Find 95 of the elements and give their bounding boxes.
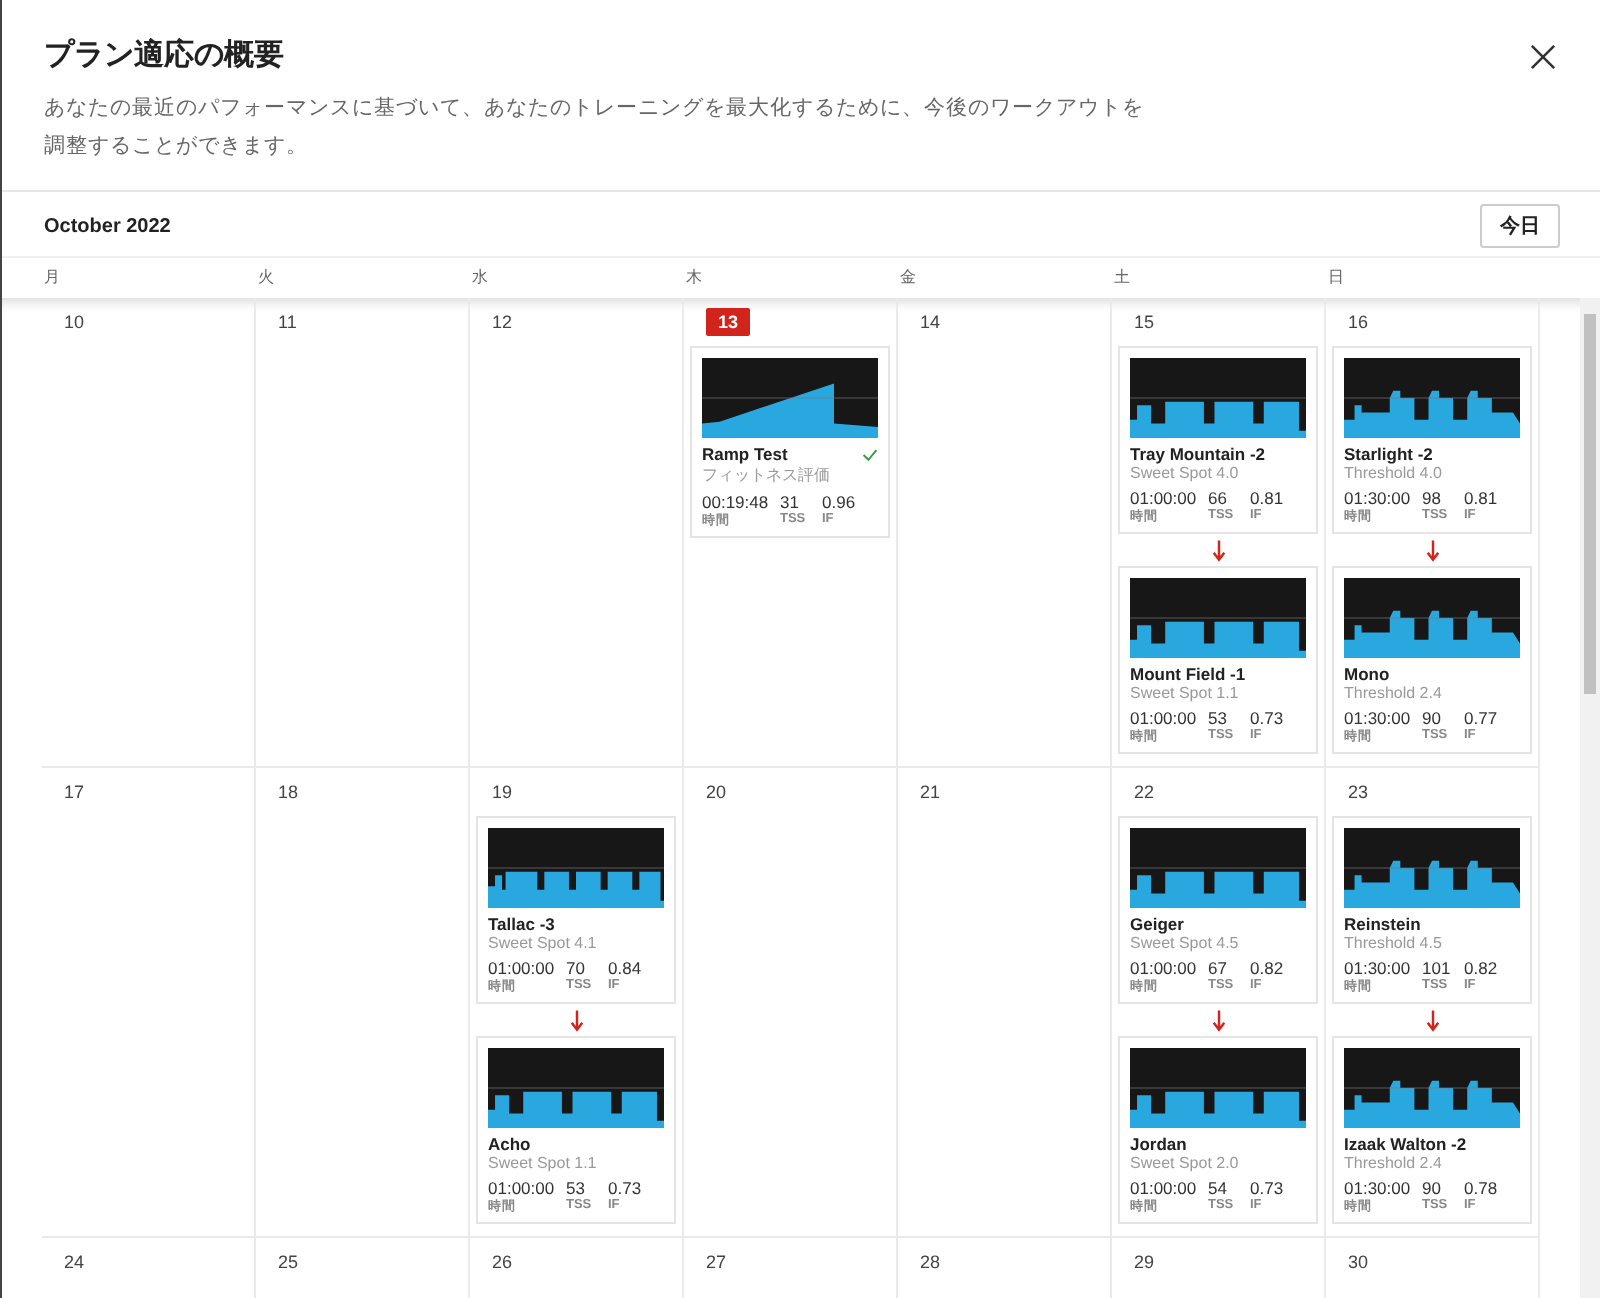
stat-value: 01:00:00: [488, 1178, 557, 1198]
weekday-label: 木: [686, 266, 704, 288]
stat-value: 01:30:00: [1344, 1178, 1413, 1198]
workout-name: Mount Field -1: [1130, 664, 1246, 684]
workout-name: Tallac -3: [488, 914, 555, 934]
check-icon: [862, 447, 878, 461]
stat-value: 67: [1208, 958, 1229, 978]
scrollbar[interactable]: [1580, 298, 1600, 1298]
day-number: 19: [492, 780, 513, 806]
workout-name: Mono: [1344, 664, 1390, 684]
stat-value: 0.78: [1464, 1178, 1498, 1198]
stat-value: 0.82: [1250, 958, 1284, 978]
weekday-label: 日: [1328, 266, 1346, 288]
stat-value: 00:19:48: [702, 492, 771, 512]
day-number: 12: [492, 310, 513, 336]
stat-value: 0.77: [1464, 708, 1498, 728]
down-arrow-icon: [1425, 540, 1439, 562]
day-number: 26: [492, 1250, 513, 1276]
stat-value: 01:30:00: [1344, 488, 1413, 508]
workout-name: Geiger: [1130, 914, 1184, 934]
stat-value: 53: [566, 1178, 587, 1198]
today-button[interactable]: 今日: [1480, 204, 1560, 248]
stat-value: 101: [1422, 958, 1453, 978]
day-number: 16: [1348, 310, 1369, 336]
day-number: 23: [1348, 780, 1369, 806]
stat-value: 31: [780, 492, 801, 512]
stat-value: 0.96: [822, 492, 856, 512]
stat-value: 01:00:00: [1130, 958, 1199, 978]
down-arrow-icon: [569, 1010, 583, 1032]
stat-value: 90: [1422, 708, 1443, 728]
down-arrow-icon: [1211, 1010, 1225, 1032]
stat-value: 54: [1208, 1178, 1229, 1198]
workout-type: Sweet Spot 1.1: [488, 1154, 599, 1172]
weekday-label: 火: [258, 266, 276, 288]
day-number: 22: [1134, 780, 1155, 806]
workout-type: Sweet Spot 4.1: [488, 934, 599, 952]
day-number: 15: [1134, 310, 1155, 336]
workout-type: Threshold 4.0: [1344, 464, 1444, 482]
day-number: 10: [64, 310, 85, 336]
workout-name: Starlight -2: [1344, 444, 1433, 464]
workout-name: Tray Mountain -2: [1130, 444, 1266, 464]
stat-value: 01:00:00: [1130, 488, 1199, 508]
weekday-label: 土: [1114, 266, 1132, 288]
dialog-description: あなたの最近のパフォーマンスに基づいて、あなたのトレーニングを最大化するために、今後のワークアウトを調整することができます。: [44, 94, 1146, 162]
weekday-label: 金: [900, 266, 918, 288]
stat-value: 0.73: [1250, 1178, 1284, 1198]
down-arrow-icon: [1211, 540, 1225, 562]
workout-type: Sweet Spot 2.0: [1130, 1154, 1241, 1172]
workout-type: Sweet Spot 1.1: [1130, 684, 1241, 702]
stat-value: 01:00:00: [1130, 1178, 1199, 1198]
dialog-title: プラン適応の概要: [44, 36, 286, 74]
day-number: 25: [278, 1250, 299, 1276]
workout-type: フィットネス評価: [702, 464, 832, 486]
day-number: 13: [706, 308, 751, 336]
workout-type: Sweet Spot 4.0: [1130, 464, 1241, 482]
stat-value: 0.82: [1464, 958, 1498, 978]
stat-value: 70: [566, 958, 587, 978]
day-number: 11: [278, 310, 297, 336]
stat-value: 90: [1422, 1178, 1443, 1198]
stat-value: 66: [1208, 488, 1229, 508]
day-number: 24: [64, 1250, 85, 1276]
day-number: 29: [1134, 1250, 1155, 1276]
workout-type: Threshold 2.4: [1344, 684, 1444, 702]
workout-name: Ramp Test: [702, 444, 788, 464]
day-number: 17: [64, 780, 85, 806]
workout-type: Threshold 4.5: [1344, 934, 1444, 952]
weekday-label: 水: [472, 266, 490, 288]
stat-value: 01:00:00: [488, 958, 557, 978]
stat-value: 01:00:00: [1130, 708, 1199, 728]
weekday-label: 月: [44, 266, 62, 288]
day-number: 20: [706, 780, 727, 806]
stat-value: 01:30:00: [1344, 958, 1413, 978]
workout-name: Izaak Walton -2: [1344, 1134, 1467, 1154]
day-number: 30: [1348, 1250, 1369, 1276]
stat-value: 53: [1208, 708, 1229, 728]
day-number: 21: [920, 780, 941, 806]
day-number: 14: [920, 310, 941, 336]
close-icon[interactable]: [1530, 44, 1556, 70]
month-label: October 2022: [44, 215, 171, 237]
stat-value: 0.81: [1464, 488, 1498, 508]
day-number: 28: [920, 1250, 941, 1276]
stat-value: 0.84: [608, 958, 642, 978]
stat-value: 0.73: [1250, 708, 1284, 728]
workout-name: Acho: [488, 1134, 531, 1154]
down-arrow-icon: [1425, 1010, 1439, 1032]
workout-name: Jordan: [1130, 1134, 1187, 1154]
workout-type: Sweet Spot 4.5: [1130, 934, 1241, 952]
day-number: 18: [278, 780, 299, 806]
stat-value: 01:30:00: [1344, 708, 1413, 728]
workout-type: Threshold 2.4: [1344, 1154, 1444, 1172]
stat-value: 0.81: [1250, 488, 1284, 508]
workout-name: Reinstein: [1344, 914, 1421, 934]
stat-value: 0.73: [608, 1178, 642, 1198]
day-number: 27: [706, 1250, 727, 1276]
stat-value: 98: [1422, 488, 1443, 508]
